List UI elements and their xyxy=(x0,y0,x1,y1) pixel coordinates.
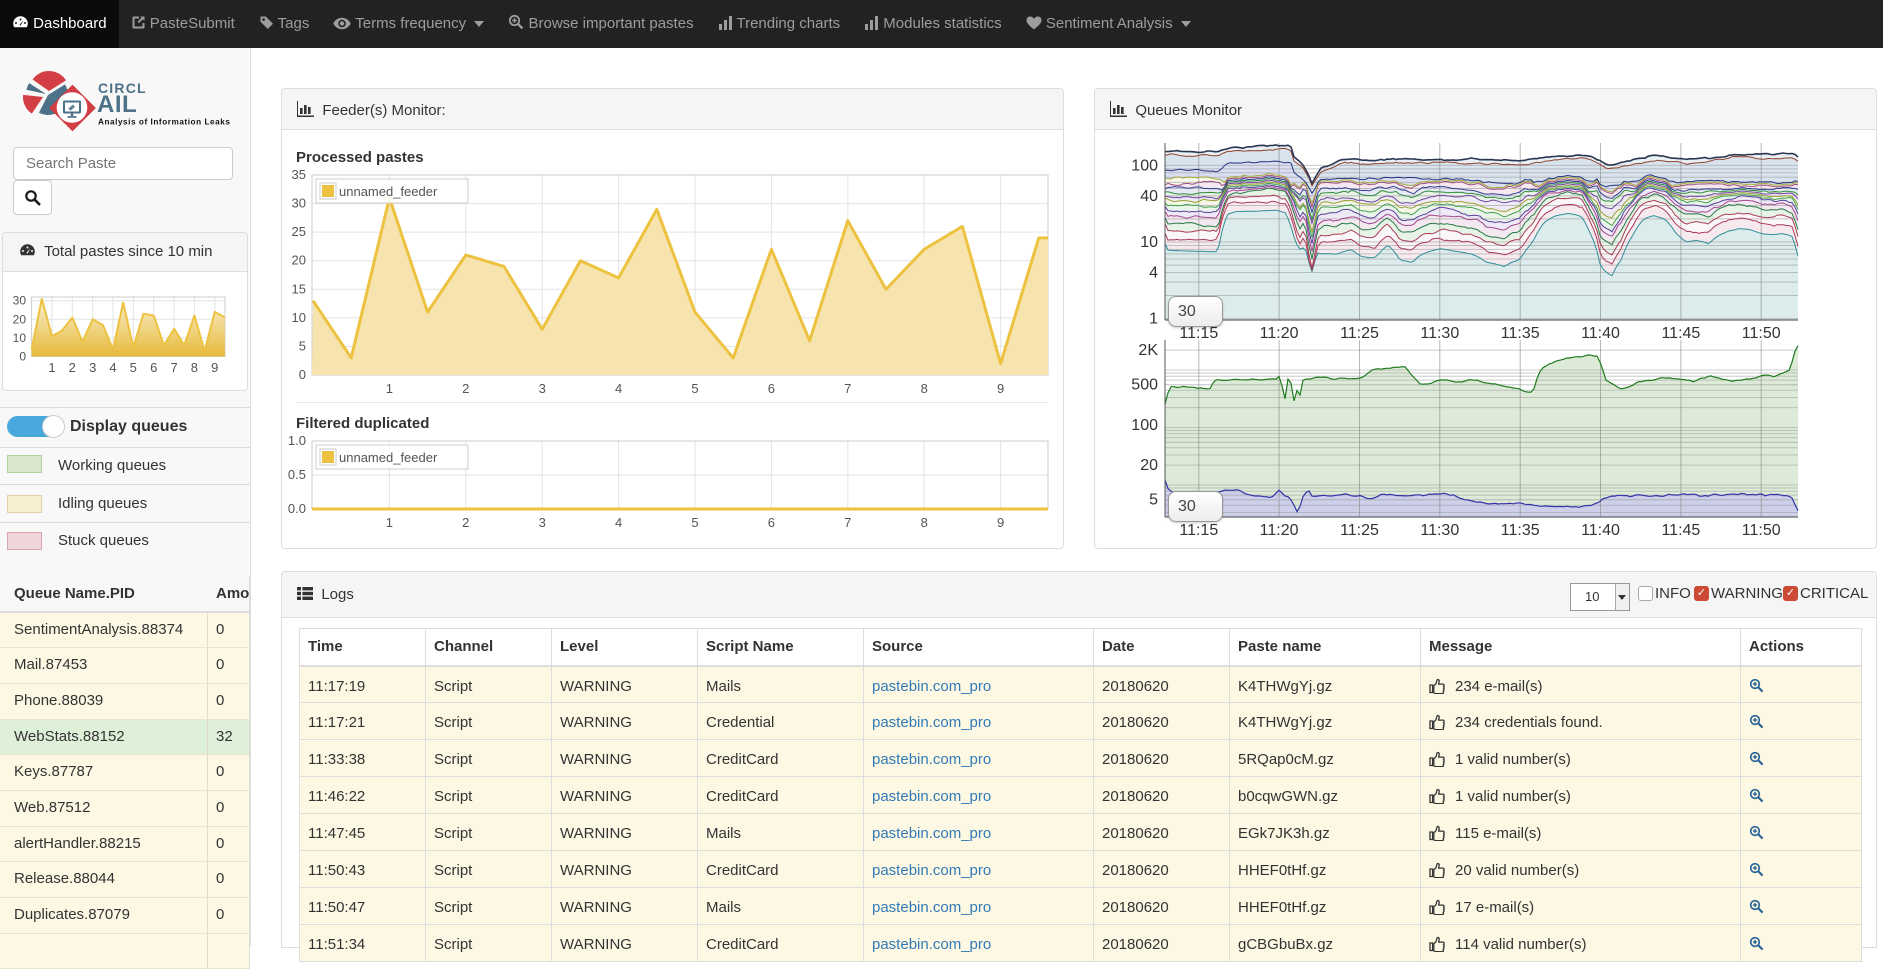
svg-text:5: 5 xyxy=(691,381,698,396)
svg-text:7: 7 xyxy=(844,381,851,396)
svg-text:11:50: 11:50 xyxy=(1742,325,1781,342)
svg-text:1: 1 xyxy=(48,360,55,375)
svg-text:7: 7 xyxy=(170,360,177,375)
svg-text:11:20: 11:20 xyxy=(1260,325,1299,342)
svg-text:4: 4 xyxy=(1149,265,1158,282)
svg-text:8: 8 xyxy=(191,360,198,375)
svg-text:8: 8 xyxy=(921,381,928,396)
svg-text:4: 4 xyxy=(615,381,622,396)
svg-text:11:25: 11:25 xyxy=(1340,522,1379,539)
svg-text:5: 5 xyxy=(130,360,137,375)
svg-text:11:35: 11:35 xyxy=(1501,522,1540,539)
svg-text:20: 20 xyxy=(13,312,27,326)
svg-text:3: 3 xyxy=(539,515,546,530)
svg-text:10: 10 xyxy=(13,331,27,345)
svg-text:8: 8 xyxy=(921,515,928,530)
svg-text:11:15: 11:15 xyxy=(1179,522,1218,539)
svg-text:2: 2 xyxy=(462,515,469,530)
svg-text:11:20: 11:20 xyxy=(1260,522,1299,539)
svg-text:100: 100 xyxy=(1131,417,1158,434)
svg-text:11:45: 11:45 xyxy=(1661,325,1700,342)
svg-text:3: 3 xyxy=(89,360,96,375)
svg-text:11:50: 11:50 xyxy=(1742,522,1781,539)
svg-text:9: 9 xyxy=(997,381,1004,396)
svg-text:0.0: 0.0 xyxy=(288,501,306,516)
svg-text:10: 10 xyxy=(292,310,306,325)
svg-text:9: 9 xyxy=(211,360,218,375)
svg-text:15: 15 xyxy=(292,281,306,296)
svg-text:30: 30 xyxy=(292,196,306,211)
svg-text:5: 5 xyxy=(1149,492,1158,509)
svg-text:11:15: 11:15 xyxy=(1179,325,1218,342)
svg-text:3: 3 xyxy=(539,381,546,396)
svg-text:40: 40 xyxy=(1140,188,1158,205)
svg-text:6: 6 xyxy=(768,381,775,396)
svg-text:10: 10 xyxy=(1140,234,1158,251)
svg-text:unnamed_feeder: unnamed_feeder xyxy=(339,450,438,465)
svg-text:35: 35 xyxy=(292,167,306,182)
svg-text:4: 4 xyxy=(109,360,116,375)
svg-text:AIL: AIL xyxy=(97,91,137,118)
svg-text:5: 5 xyxy=(299,338,306,353)
svg-text:500: 500 xyxy=(1131,377,1158,394)
svg-text:2K: 2K xyxy=(1138,342,1158,359)
svg-text:11:40: 11:40 xyxy=(1581,325,1620,342)
svg-text:0: 0 xyxy=(19,350,26,364)
svg-text:2: 2 xyxy=(69,360,76,375)
svg-text:5: 5 xyxy=(691,515,698,530)
svg-text:6: 6 xyxy=(150,360,157,375)
svg-text:30: 30 xyxy=(13,294,27,308)
svg-text:0: 0 xyxy=(299,367,306,382)
svg-text:2: 2 xyxy=(462,381,469,396)
svg-text:11:30: 11:30 xyxy=(1420,522,1459,539)
svg-text:0.5: 0.5 xyxy=(288,467,306,482)
svg-text:11:35: 11:35 xyxy=(1501,325,1540,342)
svg-text:4: 4 xyxy=(615,515,622,530)
svg-text:1.0: 1.0 xyxy=(288,433,306,448)
svg-text:9: 9 xyxy=(997,515,1004,530)
svg-text:Analysis of Information Leaks: Analysis of Information Leaks xyxy=(98,118,230,127)
svg-text:20: 20 xyxy=(292,253,306,268)
svg-text:6: 6 xyxy=(768,515,775,530)
svg-text:1: 1 xyxy=(386,515,393,530)
svg-text:1: 1 xyxy=(1149,311,1158,328)
svg-text:11:25: 11:25 xyxy=(1340,325,1379,342)
svg-text:7: 7 xyxy=(844,515,851,530)
svg-text:11:30: 11:30 xyxy=(1420,325,1459,342)
svg-text:unnamed_feeder: unnamed_feeder xyxy=(339,184,438,199)
svg-text:1: 1 xyxy=(386,381,393,396)
svg-text:20: 20 xyxy=(1140,457,1158,474)
svg-text:100: 100 xyxy=(1131,157,1158,174)
svg-text:25: 25 xyxy=(292,224,306,239)
svg-text:11:40: 11:40 xyxy=(1581,522,1620,539)
svg-text:11:45: 11:45 xyxy=(1661,522,1700,539)
